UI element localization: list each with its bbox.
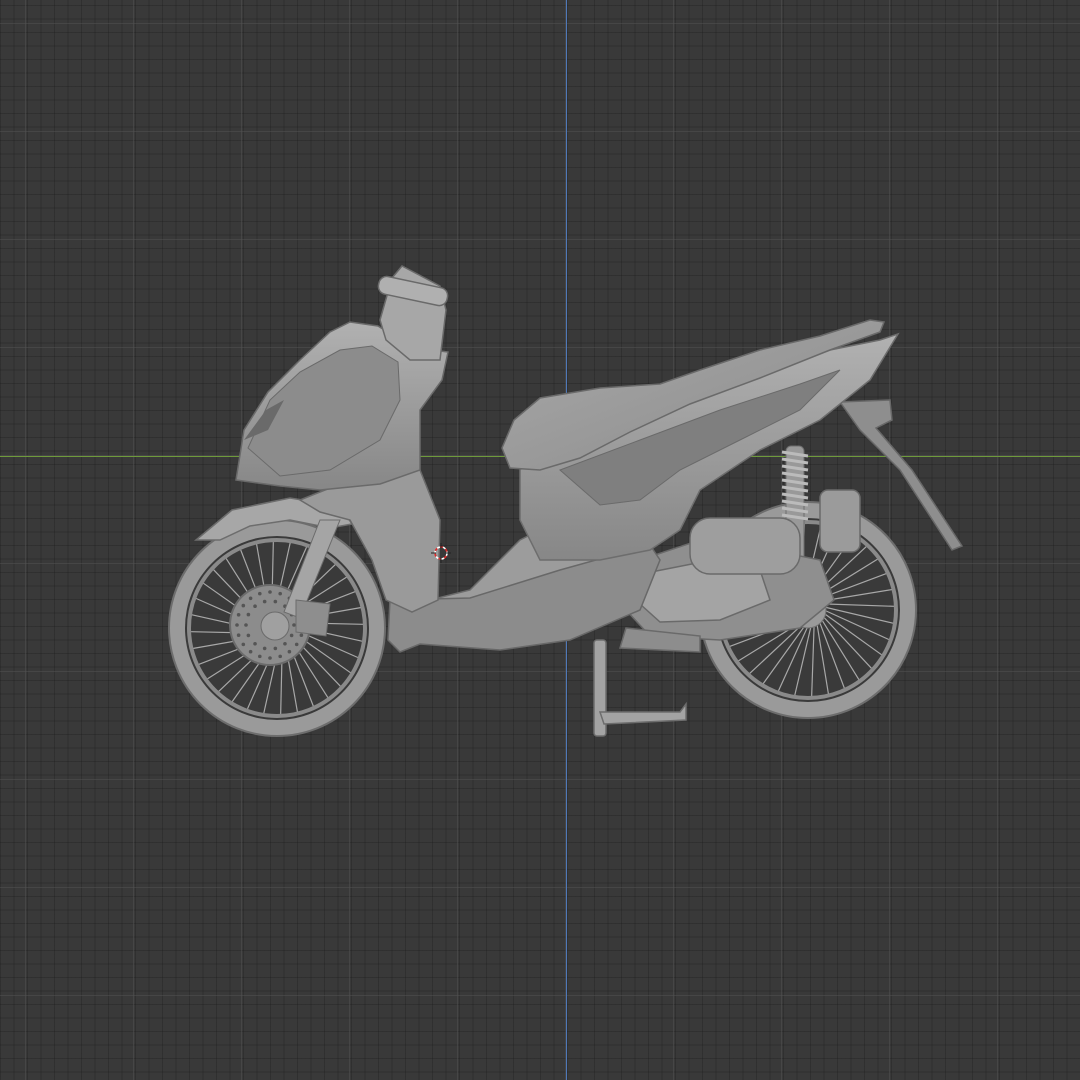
front-wheel [168, 519, 386, 737]
disc-hole [278, 591, 282, 596]
disc-hole [262, 599, 267, 604]
disc-hole [248, 596, 253, 601]
disc-hole [268, 656, 272, 660]
disc-hole [246, 633, 251, 638]
disc-hole [283, 641, 287, 646]
disc-hole [278, 654, 282, 659]
disc-hole [235, 623, 239, 627]
disc-hole [299, 633, 304, 637]
disc-hole [241, 603, 246, 608]
disc-hole [289, 633, 294, 638]
3d-viewport[interactable] [0, 0, 1080, 1080]
disc-hole [246, 612, 251, 617]
disc-hole [253, 641, 257, 646]
disc-hole [258, 591, 262, 596]
disc-hole [258, 654, 262, 659]
disc-hole [268, 590, 272, 594]
3d-cursor-icon[interactable] [431, 543, 451, 563]
disc-hole [248, 649, 253, 654]
disc-hole [262, 646, 267, 651]
disc-hole [236, 613, 241, 617]
disc-hole [273, 646, 278, 651]
center-stand [593, 639, 687, 737]
disc-hole [236, 633, 241, 637]
disc-hole [294, 642, 299, 647]
disc-hole [244, 623, 248, 627]
disc-hole [292, 623, 296, 627]
disc-hole [273, 599, 278, 604]
disc-hole [241, 642, 246, 647]
disc-hole [253, 604, 257, 609]
scooter-model[interactable] [0, 0, 1080, 1080]
disc-hole [287, 649, 292, 654]
